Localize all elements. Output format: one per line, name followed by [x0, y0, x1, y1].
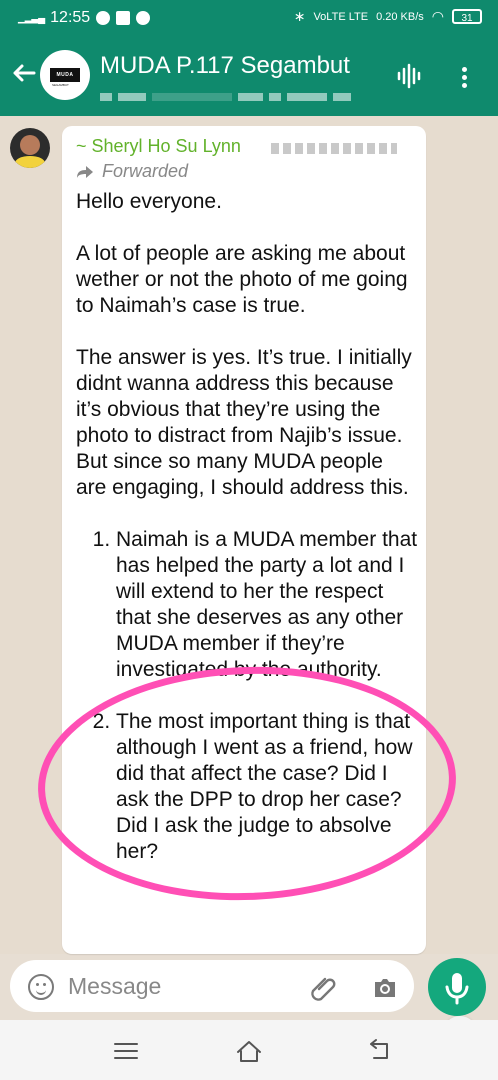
status-right: ∗ VoLTE LTE 0.20 KB/s ◠ 31 — [294, 8, 482, 25]
forward-arrow-icon — [77, 165, 93, 178]
more-menu-icon[interactable] — [460, 64, 468, 90]
network-text: VoLTE LTE — [313, 10, 369, 23]
chat-title[interactable]: MUDA P.117 Segambut — [100, 52, 350, 80]
system-navigation-bar — [0, 1020, 498, 1080]
sender-avatar[interactable] — [10, 128, 50, 168]
status-left: ▁▂▃▄ 12:55 — [18, 9, 151, 27]
camera-icon[interactable] — [371, 974, 399, 1002]
wifi-icon: ◠ — [431, 8, 444, 24]
battery-indicator: 31 — [452, 9, 482, 24]
app-notification-icon — [96, 11, 111, 25]
back-arrow-icon[interactable] — [8, 58, 38, 88]
group-logo-subtext: SEGAMBUT — [52, 83, 69, 87]
attachment-icon[interactable] — [310, 974, 338, 1002]
bluetooth-icon: ∗ — [293, 8, 306, 24]
mail-notification-icon — [116, 11, 131, 25]
speed-text: 0.20 KB/s — [376, 10, 424, 23]
message-placeholder: Message — [68, 973, 162, 999]
emoji-icon[interactable] — [28, 974, 54, 1000]
message-paragraph: Hello everyone. — [76, 190, 222, 213]
time-text: 12:55 — [50, 9, 91, 26]
home-nav-icon[interactable] — [235, 1037, 263, 1065]
signal-icon: ▁▂▃▄ — [18, 12, 45, 24]
sender-name[interactable]: ~ Sheryl Ho Su Lynn — [76, 136, 241, 157]
forwarded-label-row: Forwarded — [76, 161, 188, 182]
voice-chat-icon[interactable] — [395, 63, 425, 89]
microphone-icon — [445, 973, 469, 1005]
group-avatar[interactable]: MUDA SEGAMBUT — [40, 50, 90, 100]
message-paragraph: The answer is yes. It’s true. I initiall… — [76, 346, 412, 499]
status-bar: ▁▂▃▄ 12:55 ∗ VoLTE LTE 0.20 KB/s ◠ 31 — [0, 0, 498, 36]
message-point: Naimah is a MUDA member that has helped … — [116, 527, 418, 683]
blurred-phone-number — [271, 143, 397, 154]
chat-header: MUDA SEGAMBUT MUDA P.117 Segambut — [0, 36, 498, 116]
message-paragraph: A lot of people are asking me about weth… — [76, 242, 408, 317]
message-composer: Message — [0, 954, 498, 1020]
mic-button[interactable] — [428, 958, 486, 1016]
group-logo-text: MUDA — [50, 68, 80, 82]
menu-nav-icon[interactable] — [112, 1037, 140, 1065]
clock-notification-icon — [136, 11, 151, 25]
back-nav-icon[interactable] — [366, 1037, 394, 1065]
message-input[interactable]: Message — [10, 960, 414, 1012]
blurred-subtitle — [100, 88, 390, 101]
chat-area[interactable]: ~ Sheryl Ho Su Lynn Forwarded Hello ever… — [0, 116, 498, 1050]
forwarded-label: Forwarded — [102, 161, 189, 181]
